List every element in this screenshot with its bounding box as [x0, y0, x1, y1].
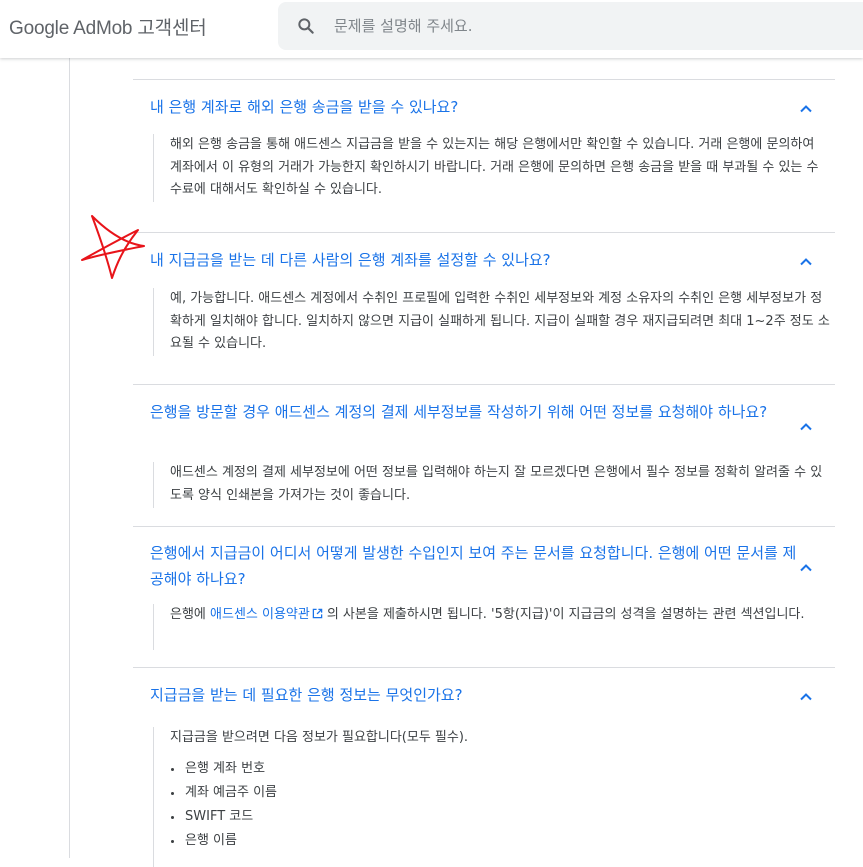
- faq-divider: [133, 384, 835, 385]
- faq-question-4[interactable]: 은행에서 지급금이 어디서 어떻게 발생한 수입인지 보여 주는 문서를 요청합…: [150, 540, 800, 592]
- hand-drawn-star-icon: [81, 215, 145, 279]
- chevron-up-icon[interactable]: [798, 254, 814, 270]
- faq-divider: [133, 667, 835, 668]
- faq-answer-2: 예, 가능합니다. 애드센스 계정에서 수취인 프로필에 입력한 수취인 세부정…: [153, 288, 830, 356]
- brand-title[interactable]: Google AdMob 고객센터: [9, 13, 207, 40]
- chevron-up-icon[interactable]: [798, 419, 814, 435]
- faq-divider: [133, 79, 835, 80]
- faq-divider: [133, 232, 835, 233]
- answer-text: 은행에: [170, 607, 206, 622]
- list-item: 계좌 예금주 이름: [170, 781, 810, 805]
- faq-answer-4: 은행에 애드센스 이용약관 의 사본을 제출하시면 됩니다. '5항(지급)'이 …: [153, 604, 830, 650]
- search-icon[interactable]: [296, 16, 316, 36]
- list-item: 은행 계좌 번호: [170, 757, 810, 781]
- faq-question-3[interactable]: 은행을 방문할 경우 애드센스 계정의 결제 세부정보를 작성하기 위해 어떤 …: [150, 399, 800, 425]
- list-item: SWIFT 코드: [170, 805, 810, 829]
- faq-question-2[interactable]: 내 지급금을 받는 데 다른 사람의 은행 계좌를 설정할 수 있나요?: [150, 247, 800, 273]
- chevron-up-icon[interactable]: [798, 689, 814, 705]
- answer-text: 지급금을 받으려면 다음 정보가 필요합니다(모두 필수).: [170, 730, 469, 745]
- faq-question-5[interactable]: 지급금을 받는 데 필요한 은행 정보는 무엇인가요?: [150, 682, 800, 708]
- terms-link[interactable]: 애드센스 이용약관: [210, 607, 310, 622]
- faq-answer-1: 해외 은행 송금을 통해 애드센스 지급금을 받을 수 있는지는 해당 은행에서…: [153, 134, 830, 202]
- chevron-up-icon[interactable]: [798, 560, 814, 576]
- list-item: 은행 이름: [170, 829, 810, 853]
- chevron-up-icon[interactable]: [798, 101, 814, 117]
- search-bar[interactable]: [278, 2, 863, 50]
- header: Google AdMob 고객센터: [0, 0, 863, 58]
- faq-answer-3: 애드센스 계정의 결제 세부정보에 어떤 정보를 입력해야 하는지 잘 모르겠다…: [153, 462, 830, 508]
- external-link-icon[interactable]: [312, 608, 323, 619]
- answer-text: 의 사본을 제출하시면 됩니다. '5항(지급)'이 지급금의 성격을 설명하는…: [326, 607, 805, 622]
- faq-list: 내 은행 계좌로 해외 은행 송금을 받을 수 있나요? 해외 은행 송금을 통…: [0, 0, 863, 867]
- faq-question-1[interactable]: 내 은행 계좌로 해외 은행 송금을 받을 수 있나요?: [150, 94, 800, 120]
- search-input[interactable]: [334, 2, 834, 50]
- faq-divider: [133, 526, 835, 527]
- bank-info-list: 은행 계좌 번호 계좌 예금주 이름 SWIFT 코드 은행 이름: [170, 757, 810, 853]
